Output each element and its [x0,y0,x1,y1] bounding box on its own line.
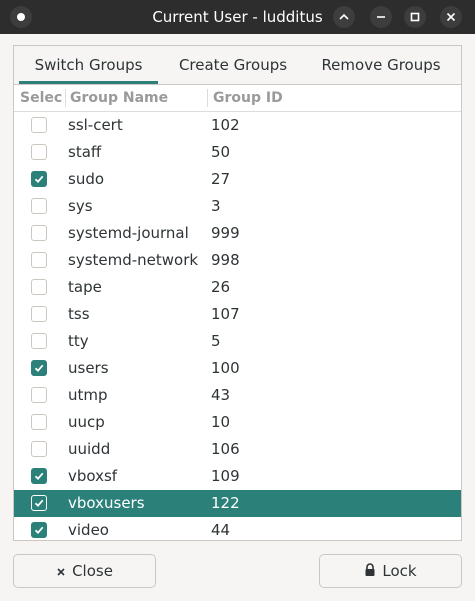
group-id-cell: 50 [211,143,231,161]
table-body: ssl-cert 102 staff 50 sudo 27 sys 3 systemd-jour… [14,112,461,544]
table-row[interactable]: video 44 [14,517,461,544]
group-name-cell: sudo [68,170,105,188]
group-name-cell: uucp [68,413,105,431]
row-select-checkbox[interactable] [31,468,47,484]
group-id-cell: 102 [211,116,240,134]
close-window-button[interactable] [440,6,462,28]
row-select-checkbox[interactable] [31,360,47,376]
group-name-cell: video [68,521,109,539]
table-row[interactable]: vboxsf 109 [14,463,461,490]
table-row[interactable]: staff 50 [14,139,461,166]
table-row[interactable]: tty 5 [14,328,461,355]
table-row[interactable]: ssl-cert 102 [14,112,461,139]
group-name-cell: staff [68,143,102,161]
group-name-cell: vboxsf [68,467,118,485]
row-select-checkbox[interactable] [31,414,47,430]
table-row[interactable]: sudo 27 [14,166,461,193]
group-id-cell: 998 [211,251,240,269]
row-select-checkbox[interactable] [31,441,47,457]
table-header: Selec Group Name Group ID [14,85,461,112]
checkmark-icon [34,499,44,508]
group-name-cell: systemd-network [68,251,199,269]
group-name-cell: ssl-cert [68,116,123,134]
column-header-group-name[interactable]: Group Name [70,85,205,111]
group-id-cell: 100 [211,359,240,377]
close-button[interactable]: Close [13,554,156,588]
tab-bar: Switch Groups Create Groups Remove Group… [14,46,461,85]
column-header-select[interactable]: Selec [20,85,64,111]
lock-button[interactable]: Lock [319,554,462,588]
maximize-icon [410,12,420,22]
tab-create-groups[interactable]: Create Groups [170,46,296,84]
collapse-button[interactable] [333,6,355,28]
group-id-cell: 122 [211,494,240,512]
group-name-cell: tss [68,305,90,323]
table-row[interactable]: systemd-journal 999 [14,220,461,247]
group-name-cell: uuidd [68,440,111,458]
group-id-cell: 44 [211,521,231,539]
group-name-cell: users [68,359,109,377]
column-divider[interactable] [207,89,208,107]
column-header-group-id[interactable]: Group ID [213,85,333,111]
table-row[interactable]: vboxusers 122 [14,490,461,517]
group-id-cell: 26 [211,278,231,296]
group-name-cell: vboxusers [68,494,145,512]
checkmark-icon [34,364,44,373]
row-select-checkbox[interactable] [31,171,47,187]
table-row[interactable]: utmp 43 [14,382,461,409]
group-name-cell: utmp [68,386,108,404]
lock-button-label: Lock [382,562,417,580]
row-select-checkbox[interactable] [31,279,47,295]
row-select-checkbox[interactable] [31,333,47,349]
row-select-checkbox[interactable] [31,522,47,538]
content-frame: Switch Groups Create Groups Remove Group… [13,45,462,541]
row-select-checkbox[interactable] [31,144,47,160]
chevron-up-icon [339,13,349,20]
column-divider[interactable] [65,89,66,107]
row-select-checkbox[interactable] [31,387,47,403]
table-row[interactable]: uuidd 106 [14,436,461,463]
group-name-cell: systemd-journal [68,224,189,242]
close-icon [56,556,66,588]
group-name-cell: tty [68,332,89,350]
group-name-cell: sys [68,197,93,215]
row-select-checkbox[interactable] [31,495,47,511]
table-row[interactable]: uucp 10 [14,409,461,436]
checkmark-icon [34,526,44,535]
row-select-checkbox[interactable] [31,306,47,322]
row-select-checkbox[interactable] [31,198,47,214]
group-id-cell: 43 [211,386,231,404]
group-id-cell: 106 [211,440,240,458]
group-id-cell: 999 [211,224,240,242]
group-id-cell: 107 [211,305,240,323]
dialog-window: Current User - ludditus Switch Groups Cr… [0,0,475,601]
checkmark-icon [34,175,44,184]
row-select-checkbox[interactable] [31,252,47,268]
group-id-cell: 109 [211,467,240,485]
table-row[interactable]: tss 107 [14,301,461,328]
group-id-cell: 5 [211,332,221,350]
titlebar[interactable]: Current User - ludditus [0,0,475,34]
row-select-checkbox[interactable] [31,225,47,241]
minimize-button[interactable] [370,6,392,28]
tab-switch-groups[interactable]: Switch Groups [19,46,158,84]
maximize-button[interactable] [404,6,426,28]
group-id-cell: 3 [211,197,221,215]
group-name-cell: tape [68,278,102,296]
lock-icon [364,556,376,588]
table-row[interactable]: sys 3 [14,193,461,220]
close-icon [446,12,456,22]
groups-table: Selec Group Name Group ID ssl-cert 102 sta… [14,85,461,544]
group-id-cell: 27 [211,170,231,188]
minimize-icon [377,16,385,18]
table-row[interactable]: systemd-network 998 [14,247,461,274]
group-id-cell: 10 [211,413,231,431]
checkmark-icon [34,472,44,481]
tab-remove-groups[interactable]: Remove Groups [311,46,451,84]
table-row[interactable]: tape 26 [14,274,461,301]
row-select-checkbox[interactable] [31,117,47,133]
close-button-label: Close [72,562,113,580]
table-row[interactable]: users 100 [14,355,461,382]
